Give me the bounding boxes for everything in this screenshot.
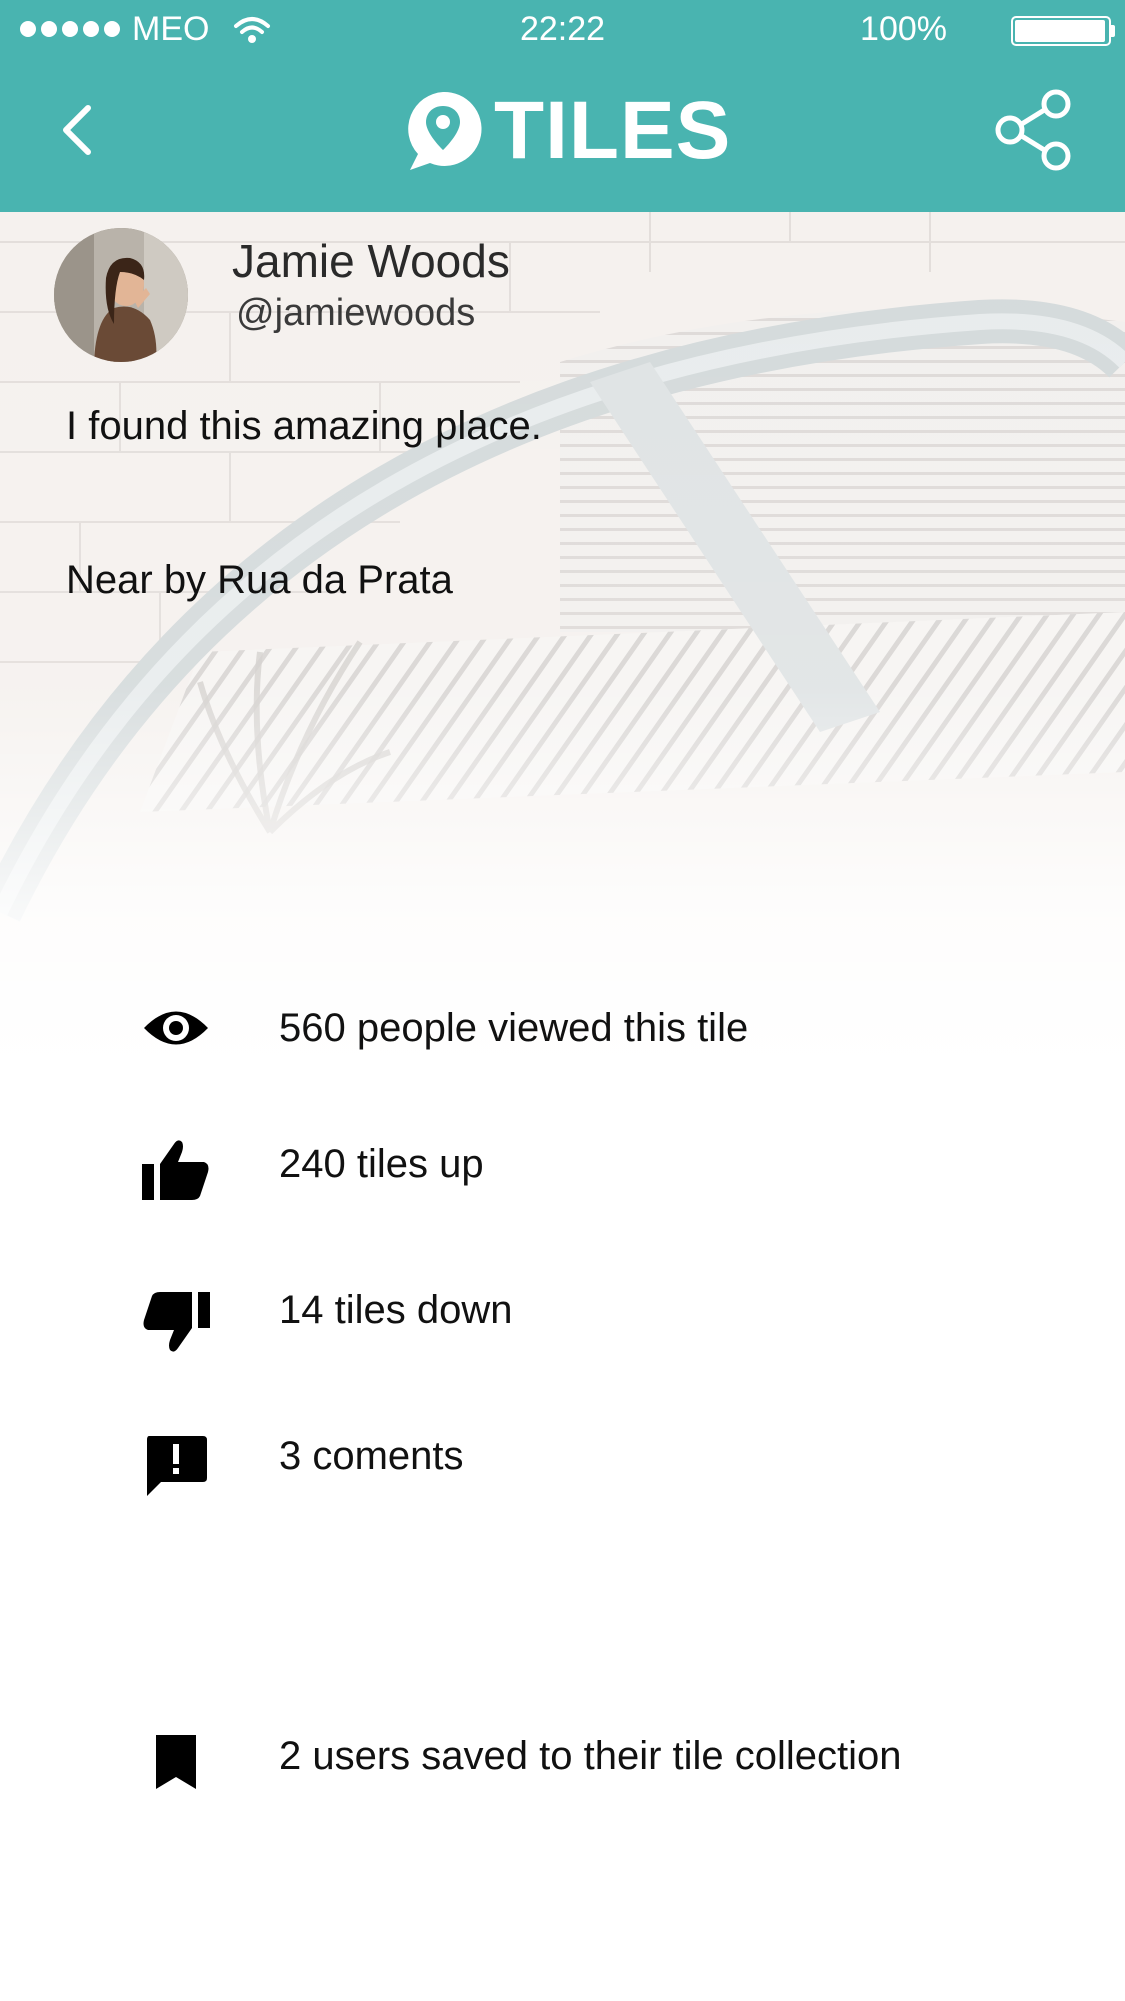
avatar[interactable] [54, 228, 188, 362]
author-handle[interactable]: @jamiewoods [236, 292, 475, 335]
location-pin-chat-icon [408, 91, 482, 170]
app-header: MEO 22:22 100% TILES [0, 0, 1125, 212]
thumbs-up-icon[interactable] [140, 1134, 212, 1206]
battery-icon [1011, 16, 1115, 46]
bookmark-icon[interactable] [140, 1726, 212, 1798]
status-bar: MEO 22:22 100% [0, 0, 1125, 62]
eye-icon [140, 992, 212, 1064]
post-location: Near by Rua da Prata [66, 558, 453, 602]
comment-alert-icon[interactable] [140, 1430, 212, 1502]
thumbs-down-icon[interactable] [140, 1286, 212, 1358]
share-icon [995, 89, 1071, 171]
views-count: 560 people viewed this tile [279, 1006, 749, 1050]
tiles-down-count: 14 tiles down [279, 1288, 513, 1332]
logo-text: TILES [494, 85, 732, 176]
battery-percentage: 100% [860, 10, 947, 48]
saved-count: 2 users saved to their tile collection [279, 1734, 902, 1778]
post-text: I found this amazing place. [66, 404, 542, 448]
share-button[interactable] [994, 88, 1074, 172]
tiles-up-count: 240 tiles up [279, 1142, 484, 1186]
comments-count[interactable]: 3 coments [279, 1434, 464, 1479]
back-button[interactable] [50, 96, 110, 166]
status-time: 22:22 [519, 10, 606, 48]
app-logo: TILES [404, 86, 731, 176]
chevron-left-icon [63, 105, 91, 155]
author-name[interactable]: Jamie Woods [232, 234, 510, 288]
